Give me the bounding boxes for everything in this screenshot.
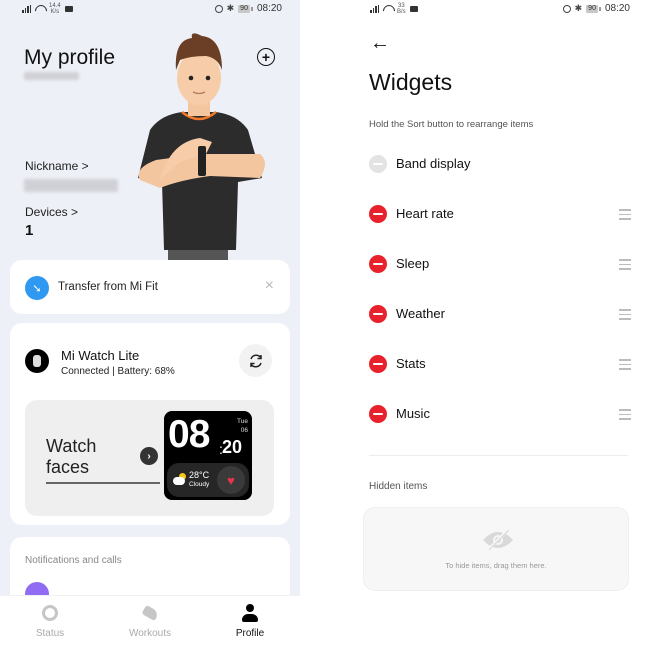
face-day: Tue: [237, 418, 248, 425]
speed-unit: K/s: [50, 9, 60, 15]
drag-handle-icon[interactable]: [619, 309, 631, 323]
mail-icon: [64, 6, 73, 12]
bluetooth-icon: ✱: [574, 3, 583, 13]
widget-item-heart-rate: Heart rate: [369, 203, 631, 227]
nickname-link[interactable]: Nickname >: [25, 159, 89, 173]
watch-face-preview[interactable]: 08 : 20 Tue 06 28°C Cloudy ♥: [164, 411, 252, 500]
face-minute: 20: [222, 437, 243, 457]
page-title: Widgets: [369, 69, 453, 95]
battery-icon: 90: [586, 4, 601, 13]
widget-label: Music: [396, 406, 430, 421]
widget-label: Stats: [396, 356, 426, 371]
device-status: Connected | Battery: 68%: [61, 366, 175, 377]
widget-item-sleep: Sleep: [369, 253, 631, 277]
shoe-icon: [141, 604, 159, 622]
devices-link[interactable]: Devices >: [25, 205, 78, 219]
avatar-illustration: [138, 33, 265, 260]
chevron-right-icon[interactable]: ›: [140, 447, 158, 465]
sync-button[interactable]: [239, 344, 272, 377]
clock: 08:20: [604, 3, 630, 14]
transfer-label: Transfer from Mi Fit: [58, 281, 158, 293]
wifi-icon: [35, 5, 45, 13]
remove-icon[interactable]: [369, 255, 387, 273]
watch-faces-underline: [46, 482, 160, 484]
widgets-screen: 33 B/s ✱ 90 08:20 ← Widgets Hold the Sor…: [348, 0, 648, 648]
profile-screen: 14.4 K/s ✱ 90 08:20 My profile + Nicknam…: [0, 0, 300, 648]
alarm-icon: [214, 4, 223, 13]
remove-icon[interactable]: [369, 355, 387, 373]
battery-icon: 90: [238, 4, 253, 13]
watch-faces-panel[interactable]: Watch faces › 08 : 20 Tue 06 28°C Cloudy…: [25, 400, 274, 516]
cloud-icon: [173, 477, 185, 485]
widget-label: Heart rate: [396, 206, 454, 221]
widget-label: Weather: [396, 306, 445, 321]
wifi-icon: [383, 5, 393, 13]
widget-item-band-display: Band display: [369, 153, 631, 177]
widget-label: Band display: [396, 156, 471, 171]
mail-icon: [409, 6, 418, 12]
add-device-button[interactable]: +: [257, 48, 275, 66]
drag-handle-icon[interactable]: [619, 209, 631, 223]
watch-faces-label: Watch faces: [46, 436, 97, 477]
widget-item-music: Music: [369, 403, 631, 427]
nav-workouts[interactable]: Workouts: [100, 603, 200, 639]
sync-icon: [249, 353, 262, 368]
page-title: My profile: [24, 46, 116, 69]
bottom-navigation: Status Workouts Profile: [0, 595, 300, 648]
nickname-redacted: [24, 179, 118, 192]
drag-handle-icon[interactable]: [619, 409, 631, 423]
device-name[interactable]: Mi Watch Lite: [61, 348, 139, 363]
signal-icon: [22, 5, 31, 13]
speed-unit: B/s: [397, 9, 406, 15]
drag-handle-icon[interactable]: [619, 259, 631, 273]
face-date: Tue 06: [237, 417, 248, 435]
remove-icon[interactable]: [369, 205, 387, 223]
face-complications: 28°C Cloudy ♥: [167, 463, 249, 497]
eye-off-icon: [483, 528, 513, 552]
hidden-items-dropzone[interactable]: To hide items, drag them here.: [363, 507, 629, 591]
widget-label: Sleep: [396, 256, 430, 271]
devices-count: 1: [25, 222, 34, 239]
ring-icon: [42, 605, 58, 621]
signal-icon: [370, 5, 379, 13]
nav-label: Workouts: [128, 628, 172, 639]
nav-profile[interactable]: Profile: [200, 603, 300, 639]
arrow-turn-icon: ➘: [25, 276, 49, 300]
widget-item-stats: Stats: [369, 353, 631, 377]
nav-status[interactable]: Status: [0, 603, 100, 639]
drag-handle-icon[interactable]: [619, 359, 631, 373]
status-bar: 33 B/s ✱ 90 08:20: [348, 0, 648, 20]
face-date-number: 06: [240, 427, 248, 434]
device-card: Mi Watch Lite Connected | Battery: 68% W…: [10, 323, 290, 525]
plus-circle-icon: +: [261, 49, 271, 65]
network-speed: 33 B/s: [397, 3, 406, 15]
account-id-redacted: [24, 72, 79, 80]
close-icon[interactable]: ×: [265, 277, 274, 295]
clock: 08:20: [256, 3, 282, 14]
face-hour: 08: [168, 413, 210, 456]
divider: [369, 455, 628, 456]
bluetooth-icon: ✱: [226, 3, 235, 13]
back-arrow-icon[interactable]: ←: [370, 32, 390, 55]
face-temperature: 28°C: [189, 470, 210, 480]
network-speed: 14.4 K/s: [49, 3, 61, 15]
alarm-icon: [562, 4, 571, 13]
hidden-items-title: Hidden items: [369, 481, 428, 492]
nav-label: Profile: [235, 628, 265, 639]
watch-icon: [25, 349, 49, 373]
person-icon: [242, 604, 258, 622]
remove-icon[interactable]: [369, 405, 387, 423]
widget-item-weather: Weather: [369, 303, 631, 327]
remove-icon-disabled: [369, 155, 387, 173]
notifications-title: Notifications and calls: [25, 555, 122, 566]
transfer-card[interactable]: ➘ Transfer from Mi Fit ×: [10, 260, 290, 314]
face-condition: Cloudy: [189, 481, 210, 488]
nav-label: Status: [35, 628, 65, 639]
sort-hint: Hold the Sort button to rearrange items: [369, 119, 534, 130]
heart-icon: ♥: [217, 466, 245, 494]
remove-icon[interactable]: [369, 305, 387, 323]
hidden-items-hint: To hide items, drag them here.: [445, 561, 547, 570]
status-bar: 14.4 K/s ✱ 90 08:20: [0, 0, 300, 20]
